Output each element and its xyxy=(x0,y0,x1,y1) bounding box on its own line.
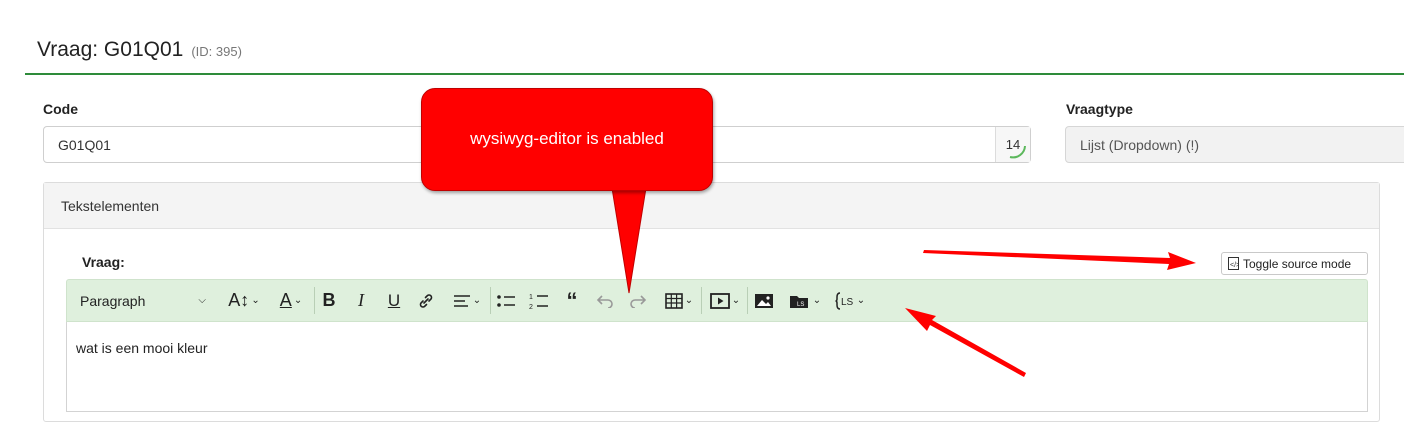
chevron-down-icon: ⌄ xyxy=(856,295,866,306)
media-embed-icon xyxy=(709,292,730,309)
question-type-value: Lijst (Dropdown) (!) xyxy=(1080,136,1200,153)
blockquote-icon[interactable]: “ xyxy=(560,279,584,322)
question-type-select[interactable]: Lijst (Dropdown) (!) xyxy=(1065,126,1404,163)
redo-icon[interactable] xyxy=(626,279,650,322)
underline-icon[interactable]: U xyxy=(383,279,405,322)
toggle-source-label: Toggle source mode xyxy=(1243,256,1352,271)
bulleted-list-icon[interactable] xyxy=(494,279,518,322)
svg-text:2: 2 xyxy=(529,304,533,310)
page-title: Vraag: G01Q01 (ID: 395) xyxy=(37,38,242,62)
toolbar-separator xyxy=(747,287,748,314)
annotation-callout: wysiwyg-editor is enabled xyxy=(421,88,713,191)
table-icon xyxy=(664,292,683,309)
table-button[interactable]: ⌄ xyxy=(659,279,699,322)
bold-icon[interactable]: B xyxy=(318,279,340,322)
toolbar-separator xyxy=(314,287,315,314)
question-field-label: Vraag: xyxy=(82,254,125,270)
chevron-down-icon: ⌄ xyxy=(684,295,694,306)
source-file-icon: </> xyxy=(1228,257,1239,270)
toolbar-separator xyxy=(490,287,491,314)
font-size-button[interactable]: A↕ ⌄ xyxy=(224,279,264,322)
toolbar-separator xyxy=(701,287,702,314)
char-counter-ring-icon xyxy=(1009,145,1026,159)
font-size-icon: A↕ xyxy=(228,290,250,310)
chevron-down-icon: ⌄ xyxy=(812,295,822,306)
code-label: Code xyxy=(43,101,78,117)
font-color-icon: A xyxy=(279,290,292,310)
expression-icon: LS xyxy=(835,291,854,310)
chevron-down-icon: ⌄ xyxy=(731,295,741,306)
svg-text:LS: LS xyxy=(841,297,854,308)
annotation-callout-text: wysiwyg-editor is enabled xyxy=(470,129,664,148)
file-manager-icon: LS xyxy=(789,295,808,308)
code-input-value: G01Q01 xyxy=(58,136,111,153)
file-manager-button[interactable]: LS ⌄ xyxy=(785,279,825,322)
chevron-down-icon: ⌄ xyxy=(472,295,482,306)
char-counter: 14 xyxy=(995,127,1030,162)
expression-button[interactable]: LS ⌄ xyxy=(830,279,870,322)
align-button[interactable]: ⌄ xyxy=(447,279,487,322)
paragraph-dropdown[interactable]: Paragraph ⌵ xyxy=(72,279,214,322)
italic-icon[interactable]: I xyxy=(350,279,372,322)
numbered-list-icon[interactable]: 12 xyxy=(527,279,551,322)
paragraph-label: Paragraph xyxy=(80,292,146,309)
align-icon xyxy=(453,294,470,307)
svg-text:LS: LS xyxy=(797,302,804,308)
text-elements-panel-header[interactable]: Tekstelementen xyxy=(44,183,1379,229)
chevron-down-icon: ⌄ xyxy=(251,295,260,306)
font-color-button[interactable]: A ⌄ xyxy=(271,279,311,322)
page-title-text: Vraag: G01Q01 xyxy=(37,38,184,61)
undo-icon[interactable] xyxy=(593,279,617,322)
editor-text: wat is een mooi kleur xyxy=(76,340,208,356)
editor-content-area[interactable] xyxy=(66,322,1368,412)
toggle-source-button[interactable]: </> Toggle source mode xyxy=(1221,252,1368,275)
question-type-label: Vraagtype xyxy=(1066,101,1133,117)
image-icon[interactable] xyxy=(752,279,776,322)
question-id: (ID: 395) xyxy=(191,44,242,59)
svg-text:1: 1 xyxy=(529,294,533,301)
link-icon[interactable] xyxy=(414,279,438,322)
chevron-down-icon: ⌵ xyxy=(198,295,206,306)
text-elements-panel-title: Tekstelementen xyxy=(61,197,160,214)
media-embed-button[interactable]: ⌄ xyxy=(705,279,745,322)
title-divider xyxy=(25,73,1404,75)
chevron-down-icon: ⌄ xyxy=(293,295,303,306)
svg-text:</>: </> xyxy=(1230,262,1239,269)
